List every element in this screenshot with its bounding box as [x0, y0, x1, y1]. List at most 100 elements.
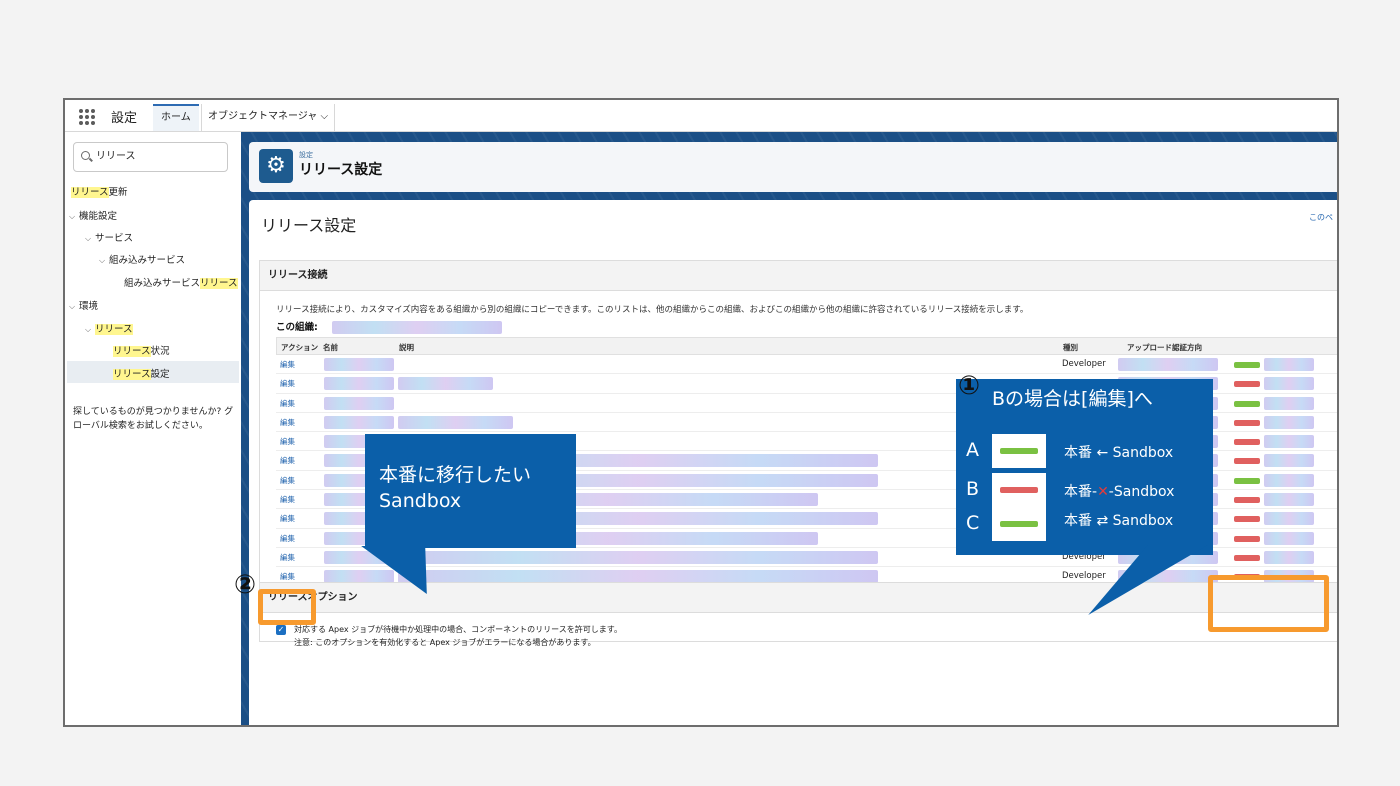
sidebar-item-label: サービス — [95, 233, 134, 244]
connection-type: Developer — [1062, 359, 1106, 369]
sidebar-item-embedded-service-release[interactable]: 組み込みサービスリリース — [124, 275, 238, 289]
chevron-down-icon: ⌵ — [69, 302, 76, 311]
page-header: ⚙ 設定 リリース設定 — [249, 142, 1337, 192]
search-input[interactable]: リリース — [73, 142, 228, 172]
sidebar-item-feature-settings[interactable]: ⌵ 機能設定 — [69, 208, 117, 222]
edit-link[interactable]: 編集 — [280, 552, 295, 563]
callout-target-sandbox: 本番に移行したい Sandbox — [365, 434, 576, 548]
target-highlight-box — [1208, 575, 1329, 632]
edit-link[interactable]: 編集 — [280, 398, 295, 409]
redacted-cell — [1264, 396, 1314, 410]
sidebar-item-highlight: リリース — [200, 278, 238, 289]
redacted-cell — [1264, 358, 1314, 371]
sidebar-item-release-settings[interactable]: リリース設定 — [113, 366, 170, 380]
redacted-cell — [398, 550, 878, 564]
edit-link[interactable]: 編集 — [280, 359, 295, 370]
sidebar-item-label: 更新 — [108, 187, 128, 198]
sidebar-item-label: 設定 — [150, 369, 170, 380]
tab-object-manager-label: オブジェクトマネージャ — [208, 111, 318, 122]
sidebar-item-release-status[interactable]: リリース状況 — [113, 343, 170, 357]
org-label: この組織: — [276, 322, 318, 333]
edit-link[interactable]: 編集 — [280, 571, 295, 582]
section-description: リリース接続により、カスタマイズ内容をある組織から別の組織にコピーできます。この… — [276, 305, 1029, 315]
sidebar-item-highlight: リリース — [113, 369, 151, 380]
sidebar-help-text: 探しているものが見つかりませんか? グローバル検索をお試しください。 — [73, 407, 234, 431]
allow-apex-checkbox[interactable]: ✓ — [276, 625, 286, 635]
app-launcher-icon[interactable] — [79, 109, 95, 125]
legend-text-b: 本番-✕-Sandbox — [1064, 481, 1174, 501]
option-note: 注意: このオプションを有効化すると Apex ジョブがエラーになる場合がありま… — [294, 638, 596, 647]
edit-link[interactable]: 編集 — [280, 417, 295, 428]
redacted-cell — [1264, 512, 1314, 526]
broken-arrow-icon — [1234, 535, 1260, 542]
edit-link[interactable]: 編集 — [280, 533, 295, 544]
edit-link[interactable]: 編集 — [280, 455, 295, 466]
redacted-cell — [324, 415, 394, 429]
redacted-cell — [1264, 435, 1314, 449]
redacted-cell — [1264, 454, 1314, 468]
chevron-down-icon: ⌵ — [69, 212, 76, 221]
content-title: リリース設定 — [261, 216, 357, 235]
option-text: 対応する Apex ジョブが待機中か処理中の場合、コンポーネントのリリースを許可… — [294, 623, 622, 649]
table-row: 編集 Developer — [276, 355, 1337, 375]
sidebar-item-label: 環境 — [79, 301, 99, 312]
sidebar: リリース リリース更新 ⌵ 機能設定 ⌵ サービス ⌵ 組み込みサービス 組み込みサー… — [65, 132, 241, 725]
chevron-down-icon: ⌵ — [85, 325, 92, 334]
option-label: 対応する Apex ジョブが待機中か処理中の場合、コンポーネントのリリースを許可… — [294, 625, 622, 634]
sidebar-item-embedded-service[interactable]: ⌵ 組み込みサービス — [99, 252, 185, 266]
legend-text: 本番 ⇄ Sandbox — [1064, 513, 1174, 529]
sidebar-item-label: 機能設定 — [79, 211, 118, 222]
chevron-down-icon: ⌵ — [85, 234, 92, 243]
sidebar-item-label: 組み込みサービス — [109, 255, 186, 266]
chevron-down-icon: ⌵ — [99, 256, 106, 265]
column-header: アクション — [281, 343, 319, 352]
arrow-left-icon — [992, 434, 1046, 468]
legend-letter: B — [966, 478, 980, 500]
edit-link[interactable]: 編集 — [280, 494, 295, 505]
double-arrow-icon — [992, 507, 1046, 541]
search-icon — [81, 151, 90, 160]
sidebar-item-label: 組み込みサービス — [124, 278, 201, 289]
section-title: リリース接続 — [260, 261, 1337, 291]
sidebar-item-highlight: リリース — [95, 324, 133, 335]
legend-text: 本番- — [1064, 484, 1098, 500]
table-header: アクション 名前 説明 種別 アップロード認証方向 — [276, 337, 1337, 355]
callout-legend: Bの場合は[編集]へ A 本番 ← Sandbox B 本番-✕-Sandbox… — [956, 379, 1213, 555]
edit-link[interactable]: 編集 — [280, 475, 295, 486]
callout-line: 本番に移行したい — [379, 464, 532, 486]
redacted-cell — [1264, 550, 1314, 564]
sidebar-item-highlight: リリース — [113, 346, 151, 357]
column-header: アップロード認証方向 — [1127, 343, 1202, 352]
broken-arrow-icon — [1234, 554, 1260, 561]
cross-icon: ✕ — [1097, 484, 1109, 500]
tab-object-manager[interactable]: オブジェクトマネージャ ⌵ — [201, 104, 336, 131]
help-link[interactable]: このペ — [1309, 212, 1333, 223]
column-header: 名前 — [323, 343, 338, 352]
broken-arrow-icon — [992, 473, 1046, 507]
edit-link[interactable]: 編集 — [280, 378, 295, 389]
redacted-cell — [1264, 473, 1314, 487]
legend-letter: C — [966, 512, 980, 534]
column-header: 種別 — [1063, 343, 1078, 352]
redacted-cell — [1264, 415, 1314, 429]
tab-home[interactable]: ホーム — [153, 104, 199, 131]
callout-line: Sandbox — [379, 490, 462, 512]
legend-text: 本番 ← Sandbox — [1064, 445, 1174, 461]
redacted-cell — [324, 377, 394, 391]
arrow-left-icon — [1234, 400, 1260, 407]
edit-link[interactable]: 編集 — [280, 436, 295, 447]
column-header: 説明 — [399, 343, 414, 352]
search-value: リリース — [96, 151, 136, 162]
sidebar-item-label: 状況 — [150, 346, 170, 357]
broken-arrow-icon — [1234, 381, 1260, 388]
sidebar-item-service[interactable]: ⌵ サービス — [85, 230, 133, 244]
edit-link[interactable]: 編集 — [280, 513, 295, 524]
sidebar-item-release[interactable]: ⌵ リリース — [85, 321, 133, 335]
redacted-cell — [1264, 531, 1314, 545]
arrow-left-icon — [1234, 477, 1260, 484]
edit-highlight-box — [258, 589, 316, 625]
legend-title: Bの場合は[編集]へ — [992, 388, 1153, 410]
sidebar-item-release-update[interactable]: リリース更新 — [71, 184, 128, 198]
sidebar-item-environment[interactable]: ⌵ 環境 — [69, 298, 98, 312]
chevron-down-icon: ⌵ — [320, 111, 329, 122]
